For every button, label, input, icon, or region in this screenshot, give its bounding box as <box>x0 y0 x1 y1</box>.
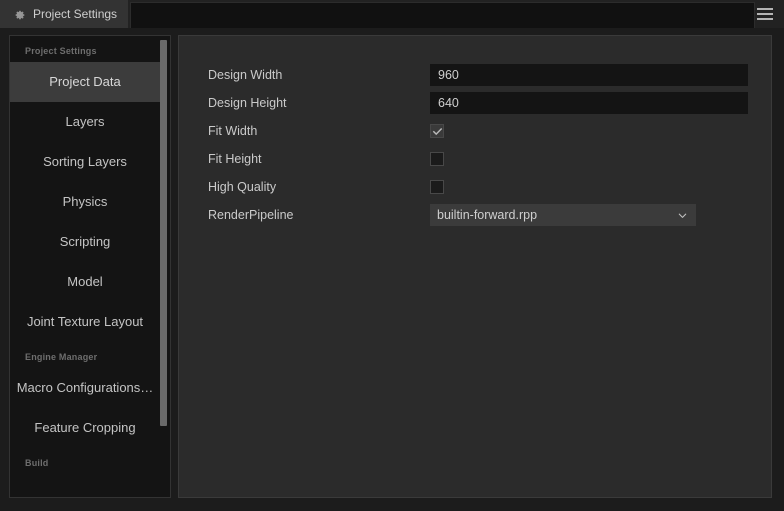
field-label: Fit Width <box>208 124 430 138</box>
form-row: Design Height <box>208 89 748 117</box>
fit-width-checkbox[interactable] <box>430 124 444 138</box>
sidebar-item-model[interactable]: Model <box>10 262 160 302</box>
checkmark-icon <box>432 126 443 137</box>
field-label: High Quality <box>208 180 430 194</box>
sidebar-item-feature-cropping[interactable]: Feature Cropping <box>10 408 160 448</box>
form-row: RenderPipeline builtin-forward.rpp <box>208 201 748 229</box>
fit-height-checkbox[interactable] <box>430 152 444 166</box>
design-width-input[interactable] <box>430 64 748 86</box>
gear-icon <box>13 8 26 21</box>
sidebar-group-header: Build <box>10 448 160 474</box>
checkmark-icon <box>432 154 443 165</box>
high-quality-checkbox[interactable] <box>430 180 444 194</box>
sidebar-item-sorting-layers[interactable]: Sorting Layers <box>10 142 160 182</box>
field-label: RenderPipeline <box>208 208 430 222</box>
sidebar-list: Project SettingsProject DataLayersSortin… <box>10 36 160 474</box>
form-row: Design Width <box>208 61 748 89</box>
renderpipeline-dropdown[interactable]: builtin-forward.rpp <box>430 204 696 226</box>
settings-sidebar: Project SettingsProject DataLayersSortin… <box>9 35 171 498</box>
tab-strip-empty-area <box>130 2 755 28</box>
sidebar-item-layers[interactable]: Layers <box>10 102 160 142</box>
design-height-input[interactable] <box>430 92 748 114</box>
sidebar-item-scripting[interactable]: Scripting <box>10 222 160 262</box>
hamburger-line-2 <box>757 13 773 15</box>
checkmark-icon <box>432 182 443 193</box>
sidebar-scrollbar[interactable] <box>160 38 167 493</box>
chevron-down-icon <box>677 210 688 221</box>
field-label: Design Width <box>208 68 430 82</box>
form-row: Fit Width <box>208 117 748 145</box>
sidebar-item-project-data[interactable]: Project Data <box>10 62 160 102</box>
sidebar-group-header: Project Settings <box>10 36 160 62</box>
project-data-form: Design Width Design Height Fit Width Fit He… <box>208 61 748 229</box>
hamburger-line-3 <box>757 18 773 20</box>
tab-bar: Project Settings <box>0 0 784 28</box>
form-row: Fit Height <box>208 145 748 173</box>
sidebar-group-header: Engine Manager <box>10 342 160 368</box>
settings-content-panel: Design Width Design Height Fit Width Fit He… <box>178 35 772 498</box>
field-label: Fit Height <box>208 152 430 166</box>
form-row: High Quality <box>208 173 748 201</box>
sidebar-item-physics[interactable]: Physics <box>10 182 160 222</box>
hamburger-line-1 <box>757 8 773 10</box>
sidebar-item-joint-texture-layout[interactable]: Joint Texture Layout <box>10 302 160 342</box>
sidebar-scrollbar-thumb[interactable] <box>160 40 167 426</box>
tab-label: Project Settings <box>33 7 117 21</box>
hamburger-menu-icon[interactable] <box>753 0 777 28</box>
tab-project-settings[interactable]: Project Settings <box>0 0 128 28</box>
renderpipeline-selected-value: builtin-forward.rpp <box>437 208 537 222</box>
sidebar-item-macro-configurations[interactable]: Macro Configurations… <box>10 368 160 408</box>
field-label: Design Height <box>208 96 430 110</box>
